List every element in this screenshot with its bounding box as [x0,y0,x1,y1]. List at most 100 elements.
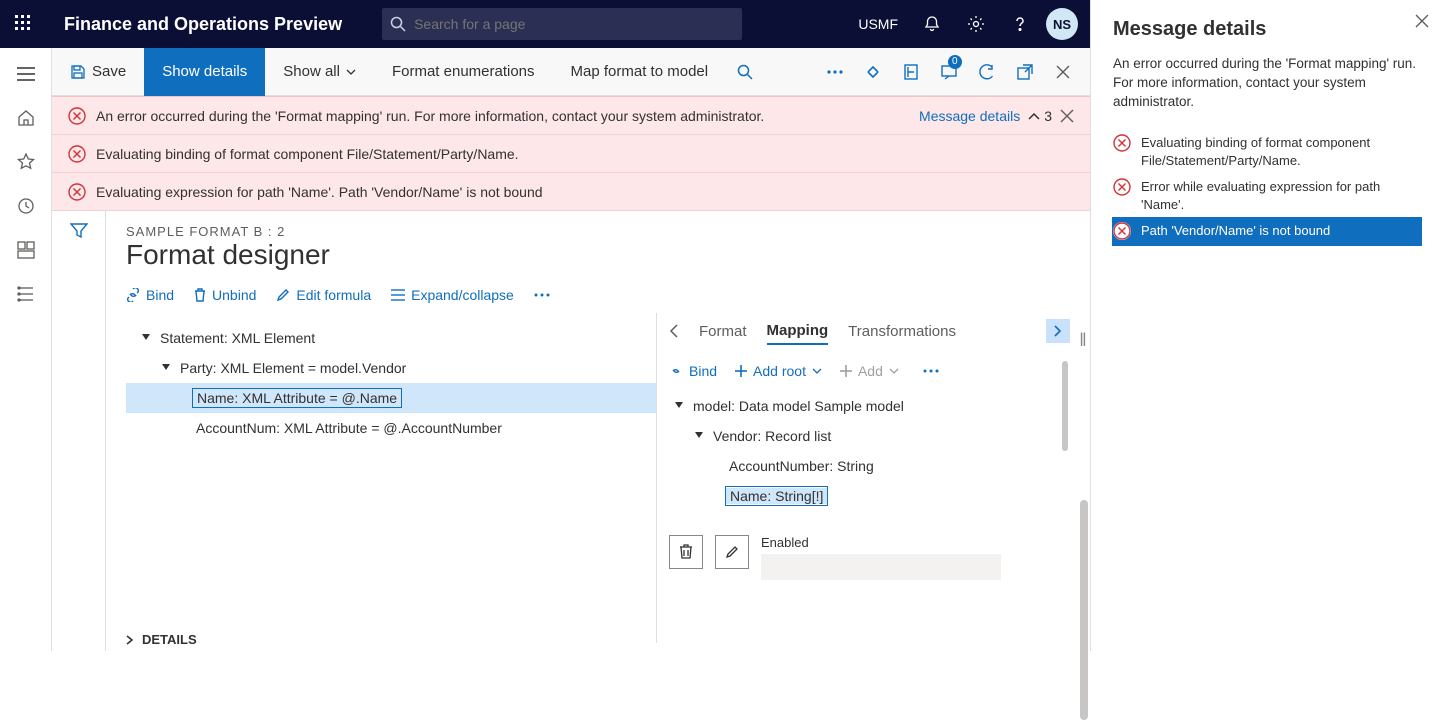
show-details-button[interactable]: Show details [144,48,265,96]
message-details-pane: Message details An error occurred during… [1090,0,1443,651]
detail-item[interactable]: Error while evaluating expression for pa… [1113,174,1421,218]
message-text: Evaluating expression for path 'Name'. P… [96,184,543,200]
save-label: Save [92,63,126,80]
tab-format[interactable]: Format [699,319,747,344]
recent-icon[interactable] [0,184,52,228]
gear-icon[interactable] [954,0,998,48]
enabled-field[interactable] [761,554,1001,580]
scrollbar[interactable] [1062,361,1068,451]
right-overflow[interactable] [923,369,939,373]
star-icon[interactable] [0,140,52,184]
app-title: Finance and Operations Preview [64,14,342,35]
link-icon [669,364,683,378]
overflow-icon[interactable] [816,53,854,91]
plus-icon [735,365,747,377]
right-bind-label: Bind [689,363,717,379]
office-icon[interactable] [892,53,930,91]
save-icon [70,64,86,80]
error-icon [1113,134,1131,152]
bind-button[interactable]: Bind [126,287,174,303]
search-input[interactable] [382,8,742,40]
bell-icon[interactable] [910,0,954,48]
details-expander[interactable]: DETAILS [126,632,197,647]
toolbar-overflow[interactable] [534,293,550,297]
tree-node[interactable]: model: Data model Sample model [669,391,1070,421]
message-row: Evaluating expression for path 'Name'. P… [52,173,1090,211]
tab-scroll-right[interactable] [1046,319,1070,343]
right-bind-button[interactable]: Bind [669,363,717,379]
chevron-left-icon[interactable] [669,324,679,338]
tree-label: Name: String[!] [725,486,828,506]
enabled-label: Enabled [761,535,1001,550]
tab-transformations[interactable]: Transformations [848,319,956,344]
chevron-down-icon [812,368,822,374]
message-row: Evaluating binding of format component F… [52,135,1090,173]
avatar[interactable]: NS [1046,8,1078,40]
tree-node-selected[interactable]: Name: XML Attribute = @.Name [126,383,656,413]
message-strip: An error occurred during the 'Format map… [52,96,1090,211]
link-icon [126,288,140,302]
delete-button[interactable] [669,535,703,569]
message-text: An error occurred during the 'Format map… [96,108,764,124]
popout-icon[interactable] [1006,53,1044,91]
msgpane-title: Message details [1113,18,1421,41]
chevron-down-icon [346,69,356,75]
error-icon [68,107,86,125]
msgpane-lead: An error occurred during the 'Format map… [1113,55,1421,112]
close-icon[interactable] [1415,14,1429,28]
chevron-up-icon [1028,112,1040,120]
show-details-label: Show details [162,63,247,80]
tree-node[interactable]: Party: XML Element = model.Vendor [126,353,656,383]
model-tree: model: Data model Sample model Vendor: R… [669,391,1070,511]
tree-node[interactable]: Statement: XML Element [126,323,656,353]
format-tree: Statement: XML Element Party: XML Elemen… [126,313,656,643]
detail-item[interactable]: Evaluating binding of format component F… [1113,130,1421,174]
tree-node[interactable]: AccountNumber: String [669,451,1070,481]
home-icon[interactable] [0,96,52,140]
add-label: Add [858,363,883,379]
tree-label: Name: XML Attribute = @.Name [192,388,402,408]
chevron-right-icon [126,635,134,645]
message-count-icon[interactable]: 0 [930,53,968,91]
action-bar: Save Show details Show all Format enumer… [52,48,1090,96]
tree-node[interactable]: Vendor: Record list [669,421,1070,451]
attach-icon[interactable] [854,53,892,91]
modules-icon[interactable] [0,272,52,316]
page-title: Format designer [126,239,1070,271]
waffle-icon[interactable] [0,0,48,48]
add-root-button[interactable]: Add root [735,363,822,379]
detail-item-selected[interactable]: Path 'Vendor/Name' is not bound [1113,218,1421,244]
close-page-icon[interactable] [1044,53,1082,91]
search-field[interactable] [414,16,734,32]
show-all-button[interactable]: Show all [265,48,374,96]
add-root-label: Add root [753,363,806,379]
message-count[interactable]: 3 [1028,108,1052,124]
show-all-label: Show all [283,63,340,80]
hamburger-icon[interactable] [0,52,52,96]
tree-node[interactable]: AccountNum: XML Attribute = @.AccountNum… [126,413,656,443]
main-scrollbar[interactable] [1080,500,1088,720]
mapping-panel: Format Mapping Transformations Bind Add … [656,313,1070,643]
unbind-button[interactable]: Unbind [194,287,256,303]
tree-node-selected[interactable]: Name: String[!] [669,481,1070,511]
tab-mapping[interactable]: Mapping [767,318,829,345]
format-enumerations-button[interactable]: Format enumerations [374,48,553,96]
list-icon [391,289,405,301]
edit-button[interactable] [715,535,749,569]
expand-collapse-button[interactable]: Expand/collapse [391,287,514,303]
save-button[interactable]: Save [52,48,144,96]
refresh-icon[interactable] [968,53,1006,91]
map-format-button[interactable]: Map format to model [553,48,727,96]
error-icon [68,183,86,201]
workspace-icon[interactable] [0,228,52,272]
filter-icon[interactable] [70,222,88,240]
tree-label: AccountNum: XML Attribute = @.AccountNum… [192,419,506,437]
message-details-link[interactable]: Message details [919,108,1020,124]
find-button[interactable] [726,53,764,91]
edit-formula-button[interactable]: Edit formula [276,287,371,303]
left-rail [0,48,52,651]
help-icon[interactable] [998,0,1042,48]
legal-entity[interactable]: USMF [846,16,910,32]
chevron-down-icon [889,368,899,374]
dismiss-messages-icon[interactable] [1060,109,1074,123]
